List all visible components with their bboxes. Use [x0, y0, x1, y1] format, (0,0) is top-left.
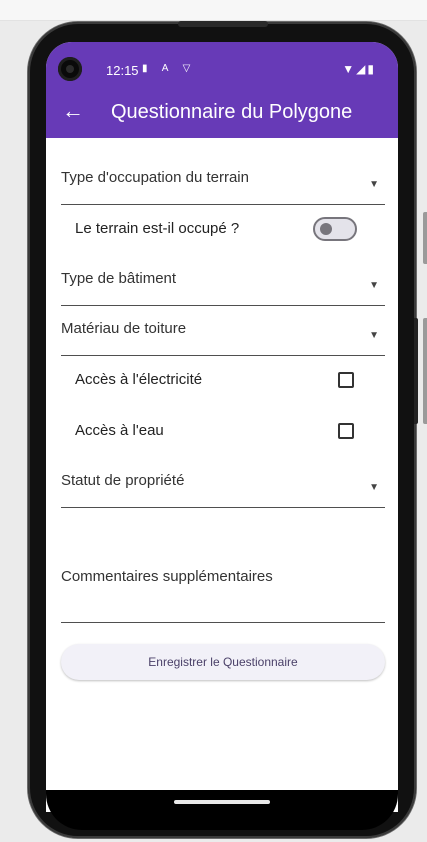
home-gesture-handle[interactable] — [174, 800, 270, 804]
roof-material-label: Matériau de toiture — [61, 320, 187, 337]
water-checkbox[interactable] — [338, 423, 354, 439]
browser-top-strip — [0, 0, 427, 21]
roof-material-dropdown[interactable]: Matériau de toiture ▼ — [61, 305, 385, 356]
ownership-label: Statut de propriété — [61, 472, 185, 489]
occupation-type-label: Type d'occupation du terrain — [61, 169, 249, 186]
side-handle-top — [423, 212, 427, 264]
water-label: Accès à l'eau — [75, 422, 164, 439]
switch-knob — [320, 223, 332, 235]
ownership-dropdown[interactable]: Statut de propriété ▼ — [61, 457, 385, 508]
building-type-dropdown[interactable]: Type de bâtiment ▼ — [61, 255, 385, 306]
occupied-row: Le terrain est-il occupé ? — [61, 209, 385, 249]
comments-label: Commentaires supplémentaires — [61, 568, 273, 585]
occupied-switch[interactable] — [313, 217, 357, 241]
save-questionnaire-button[interactable]: Enregistrer le Questionnaire — [61, 644, 385, 680]
front-camera-icon — [58, 57, 82, 81]
occupied-label: Le terrain est-il occupé ? — [75, 220, 240, 237]
electricity-checkbox[interactable] — [338, 372, 354, 388]
comments-field[interactable]: Commentaires supplémentaires — [61, 552, 385, 623]
speaker-grille — [178, 21, 268, 27]
dropdown-arrow-icon: ▼ — [369, 280, 379, 291]
building-type-label: Type de bâtiment — [61, 270, 177, 287]
signal-battery-icons: ▼◢▮ — [342, 62, 376, 76]
navigation-bar — [46, 790, 398, 830]
water-row: Accès à l'eau — [61, 411, 385, 451]
dropdown-arrow-icon: ▼ — [369, 330, 379, 341]
phone-frame: 12:15 ▮ A ▽ ▼◢▮ ← Questionnaire du Polyg… — [28, 21, 416, 838]
phone-screen: 12:15 ▮ A ▽ ▼◢▮ ← Questionnaire du Polyg… — [46, 42, 398, 812]
app-bar: 12:15 ▮ A ▽ ▼◢▮ ← Questionnaire du Polyg… — [46, 42, 398, 138]
power-button — [414, 318, 418, 424]
electricity-row: Accès à l'électricité — [61, 360, 385, 400]
side-handle-bottom — [423, 318, 427, 424]
back-arrow-icon[interactable]: ← — [62, 98, 84, 124]
notification-icons: ▮ A ▽ — [142, 63, 197, 74]
dropdown-arrow-icon: ▼ — [369, 179, 379, 190]
dropdown-arrow-icon: ▼ — [369, 482, 379, 493]
page-title: Questionnaire du Polygone — [111, 101, 353, 123]
occupation-type-dropdown[interactable]: Type d'occupation du terrain ▼ — [61, 154, 385, 205]
status-time: 12:15 — [106, 63, 139, 78]
electricity-label: Accès à l'électricité — [75, 371, 203, 388]
